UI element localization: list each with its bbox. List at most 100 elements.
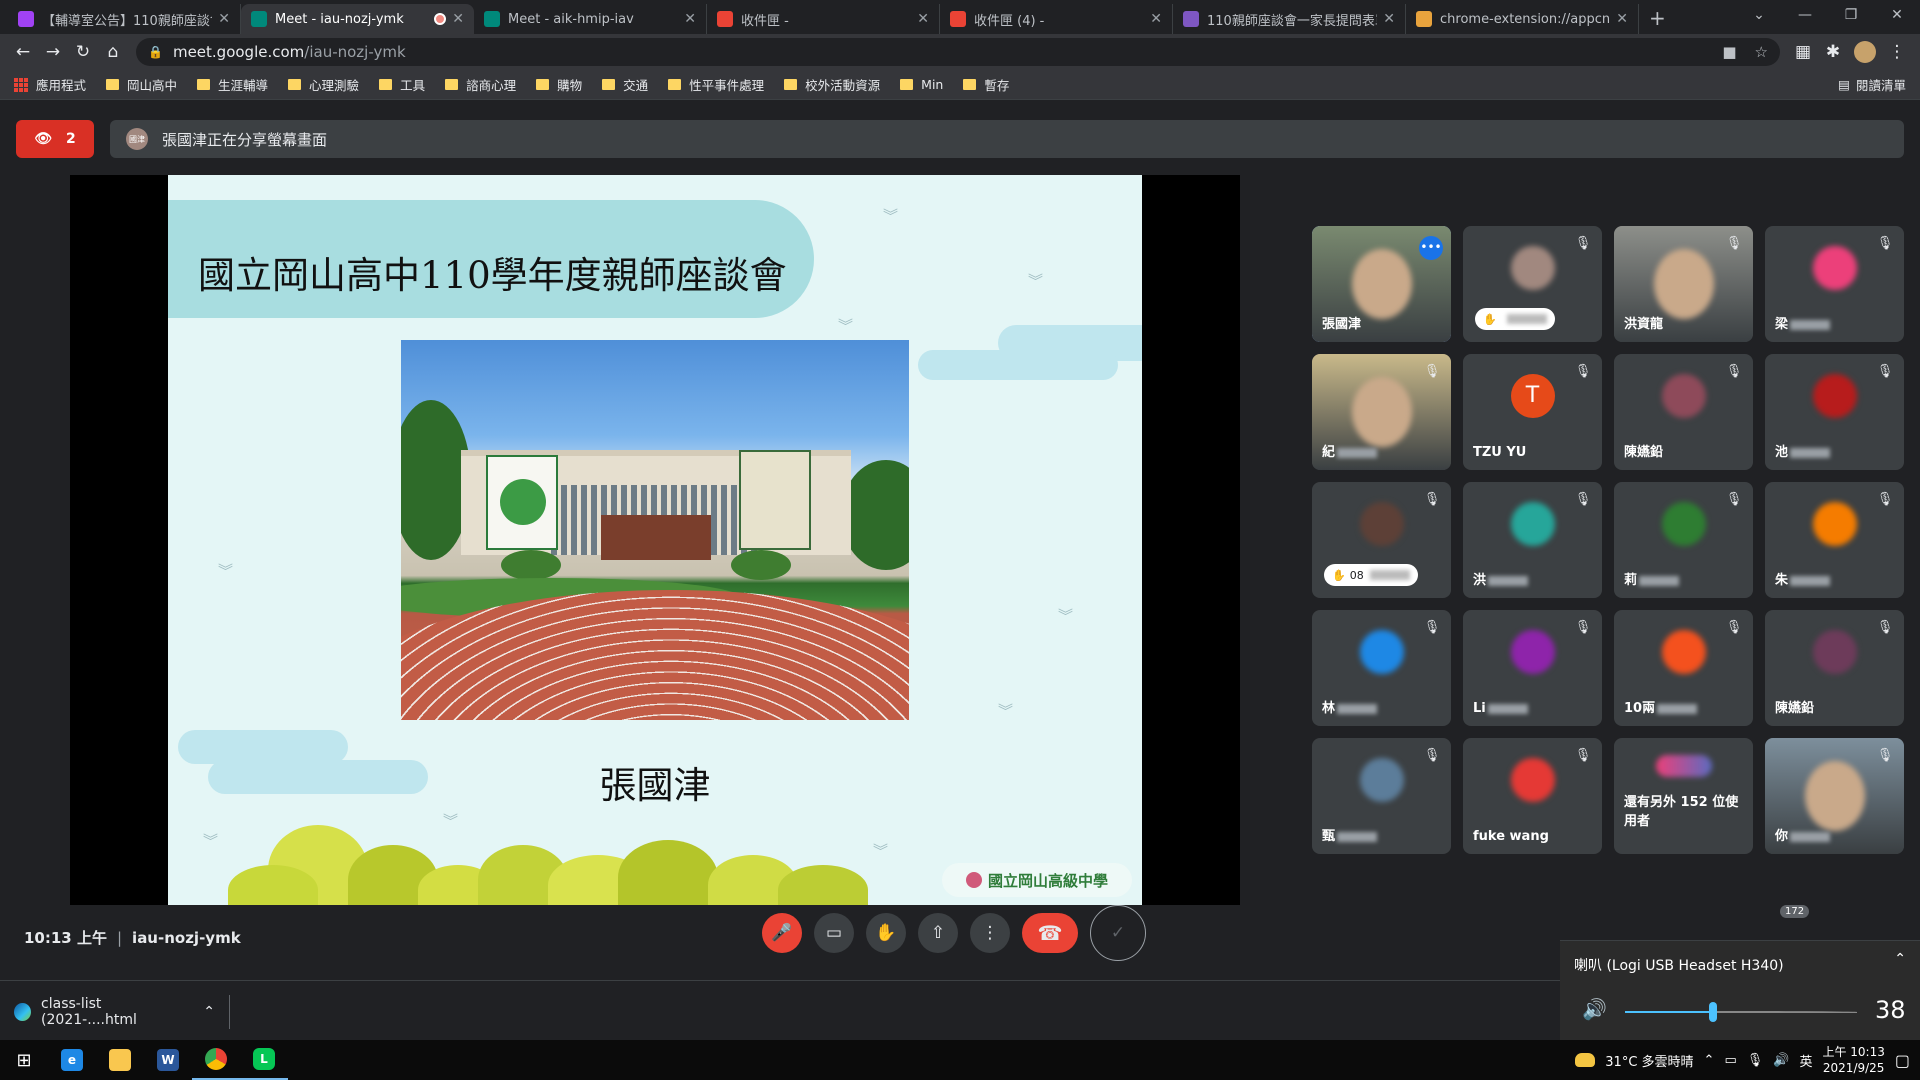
participant-tile[interactable]: 🎙 梁 (1765, 226, 1904, 342)
minimize-icon[interactable]: — (1782, 0, 1828, 30)
mic-off-icon: 🎙 (1574, 748, 1592, 763)
participant-tile[interactable]: 🎙 朱 (1765, 482, 1904, 598)
bookmark-folder[interactable]: 購物 (536, 75, 582, 94)
bookmark-folder[interactable]: 心理測驗 (288, 75, 359, 94)
participant-tile[interactable]: 🎙 甄 (1312, 738, 1451, 854)
start-button[interactable]: ⊞ (0, 1040, 48, 1080)
bookmark-folder[interactable]: 校外活動資源 (784, 75, 880, 94)
participant-tile[interactable]: T 🎙 TZU YU (1463, 354, 1602, 470)
more-options-button[interactable]: ⋮ (970, 913, 1010, 953)
leave-call-button[interactable]: ☎ (1022, 913, 1078, 953)
participant-tile[interactable]: 🎙 Li (1463, 610, 1602, 726)
bookmark-apps[interactable]: 應用程式 (14, 75, 86, 94)
close-window-icon[interactable]: ✕ (1874, 0, 1920, 30)
tab-search-icon[interactable]: ▦ (1788, 37, 1818, 67)
browser-tab[interactable]: chrome-extension://appcnhie ✕ (1406, 4, 1639, 34)
taskbar-word[interactable]: W (144, 1040, 192, 1080)
microphone-icon[interactable]: 🎙 (1747, 1053, 1764, 1068)
bookmark-star-icon[interactable]: ☆ (1755, 43, 1768, 61)
profile-avatar[interactable] (1854, 41, 1876, 63)
download-item[interactable]: class-list (2021-....html ⌃ (14, 995, 230, 1029)
tab-search-icon[interactable]: ⌄ (1736, 0, 1782, 30)
taskbar-clock[interactable]: 上午 10:13 2021/9/25 (1822, 1044, 1884, 1076)
close-tab-icon[interactable]: ✕ (1150, 11, 1162, 27)
participant-tile[interactable]: 🎙 陳嬿鉛 (1614, 354, 1753, 470)
close-tab-icon[interactable]: ✕ (1616, 11, 1628, 27)
taskbar-ie[interactable]: e (48, 1040, 96, 1080)
reading-list-button[interactable]: ▤ 閱讀清單 (1838, 75, 1906, 94)
bookmark-folder[interactable]: 暫存 (963, 75, 1009, 94)
extensions-icon[interactable]: ✱ (1818, 37, 1848, 67)
ime-indicator[interactable]: 英 (1799, 1051, 1812, 1070)
participant-tile[interactable]: 🎙 ✋ (1463, 226, 1602, 342)
presenter-avatar: 國津 (126, 128, 148, 150)
browser-tab[interactable]: 收件匣 (4) - ✕ (940, 4, 1173, 34)
back-icon[interactable]: ← (8, 37, 38, 67)
browser-tab[interactable]: 【輔導室公告】110親師座談會 ✕ (8, 4, 241, 34)
participant-tile[interactable]: 🎙 ✋ 08 (1312, 482, 1451, 598)
close-tab-icon[interactable]: ✕ (1383, 11, 1395, 27)
volume-knob[interactable] (1709, 1002, 1718, 1022)
taskbar-chrome[interactable] (192, 1040, 240, 1080)
participant-tile[interactable]: 🎙 陳嬿鉛 (1765, 610, 1904, 726)
viewer-indicator[interactable]: 👁 2 (16, 120, 94, 158)
browser-tab[interactable]: 收件匣 - ✕ (707, 4, 940, 34)
chevron-up-icon[interactable]: ⌃ (203, 1004, 215, 1020)
home-icon[interactable]: ⌂ (98, 37, 128, 67)
raise-hand-button[interactable]: ✋ (866, 913, 906, 953)
volume-slider[interactable] (1625, 1002, 1857, 1022)
close-tab-icon[interactable]: ✕ (452, 11, 464, 27)
participant-tile[interactable]: 🎙 洪 (1463, 482, 1602, 598)
bookmark-folder[interactable]: 岡山高中 (106, 75, 177, 94)
participant-tile[interactable]: 🎙 紀 (1312, 354, 1451, 470)
bookmark-folder[interactable]: 生涯輔導 (197, 75, 268, 94)
participant-tile[interactable]: 🎙 10兩 (1614, 610, 1753, 726)
browser-tab[interactable]: 110親師座談會一家長提問表單 ✕ (1173, 4, 1406, 34)
camera-button[interactable]: ▭ (814, 913, 854, 953)
browser-tab[interactable]: Meet - iau-nozj-ymk ✕ (241, 4, 474, 34)
tab-title: Meet - aik-hmip-iav (508, 11, 634, 27)
address-bar[interactable]: 🔒 meet.google.com/iau-nozj-ymk ■ ☆ (136, 38, 1780, 66)
participant-face (1653, 249, 1714, 319)
word-icon: W (157, 1049, 179, 1071)
taskbar-line[interactable]: L (240, 1040, 288, 1080)
participant-tile[interactable]: 🎙 洪資龍 (1614, 226, 1753, 342)
more-options-icon[interactable]: ••• (1419, 236, 1443, 260)
participant-tile[interactable]: 🎙 莉 (1614, 482, 1753, 598)
present-button[interactable]: ⇧ (918, 913, 958, 953)
bookmark-folder[interactable]: 交通 (602, 75, 648, 94)
notification-icon[interactable]: ▢ (1895, 1051, 1910, 1070)
participant-tile[interactable]: 🎙 你 (1765, 738, 1904, 854)
forward-icon[interactable]: → (38, 37, 68, 67)
participant-tile[interactable]: 🎙 林 (1312, 610, 1451, 726)
tab-title: 收件匣 (4) - (974, 13, 1045, 29)
participant-tile[interactable]: 🎙 池 (1765, 354, 1904, 470)
bookmark-folder[interactable]: 工具 (379, 75, 425, 94)
mic-muted-button[interactable]: 🎤 (762, 913, 802, 953)
reload-icon[interactable]: ↻ (68, 37, 98, 67)
restore-icon[interactable]: ❐ (1828, 0, 1874, 30)
network-icon[interactable]: ▭ (1724, 1053, 1736, 1068)
taskbar-explorer[interactable] (96, 1040, 144, 1080)
menu-icon[interactable]: ⋮ (1882, 37, 1912, 67)
close-tab-icon[interactable]: ✕ (917, 11, 929, 27)
chevron-up-icon[interactable]: ⌃ (1704, 1053, 1715, 1068)
close-tab-icon[interactable]: ✕ (218, 11, 230, 27)
participant-tile[interactable]: 🎙 fuke wang (1463, 738, 1602, 854)
bookmark-folder[interactable]: Min (900, 77, 943, 92)
participant-tile[interactable]: 還有另外 152 位使用者 (1614, 738, 1753, 854)
volume-icon[interactable]: 🔊 (1773, 1053, 1789, 1068)
speaker-icon[interactable]: 🔊 (1582, 997, 1607, 1021)
weather-text[interactable]: 31°C 多雲時晴 (1605, 1051, 1693, 1070)
browser-tab[interactable]: Meet - aik-hmip-iav ✕ (474, 4, 707, 34)
bookmark-folder[interactable]: 性平事件處理 (668, 75, 764, 94)
extension-check-button[interactable]: ✓ (1090, 905, 1146, 961)
new-tab-button[interactable]: + (1639, 6, 1676, 34)
bookmark-folder[interactable]: 諮商心理 (445, 75, 516, 94)
camera-icon[interactable]: ■ (1722, 43, 1736, 61)
chevron-up-icon[interactable]: ⌃ (1894, 951, 1906, 967)
bird-decoration: ︾ (443, 812, 459, 830)
bird-decoration: ︾ (873, 842, 889, 860)
participant-tile[interactable]: ••• 張國津 (1312, 226, 1451, 342)
close-tab-icon[interactable]: ✕ (684, 11, 696, 27)
